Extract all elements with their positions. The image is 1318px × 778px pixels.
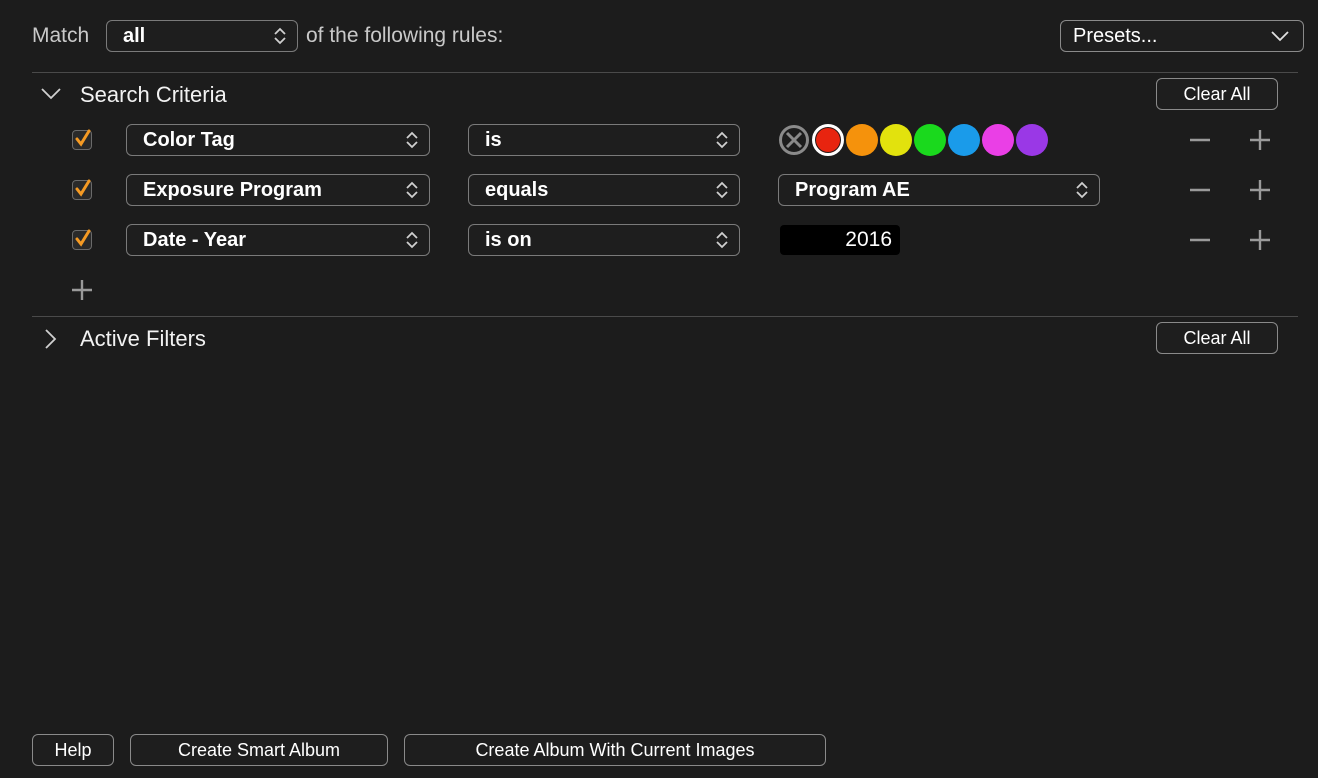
- stepper-icon: [716, 181, 728, 199]
- section-title-active-filters: Active Filters: [80, 326, 206, 351]
- help-button[interactable]: Help: [32, 734, 114, 766]
- clear-all-criteria-button[interactable]: Clear All: [1156, 78, 1278, 110]
- match-label: Match: [32, 24, 90, 47]
- checkmark-icon: [75, 129, 91, 147]
- rule-operator-select[interactable]: is on: [468, 224, 740, 256]
- rule-checkbox[interactable]: [72, 129, 92, 150]
- rule-operator-value: equals: [485, 178, 549, 201]
- rule-checkbox[interactable]: [72, 229, 92, 250]
- color-tag-purple[interactable]: [1016, 124, 1048, 156]
- section-title-search-criteria: Search Criteria: [80, 82, 227, 107]
- plus-icon[interactable]: [1248, 178, 1272, 202]
- rules-label: of the following rules:: [306, 24, 504, 47]
- color-tag-orange[interactable]: [846, 124, 878, 156]
- year-value: 2016: [845, 228, 892, 251]
- add-rule-plus-icon[interactable]: [70, 278, 94, 302]
- rule-field-value: Exposure Program: [143, 178, 322, 201]
- rule-field-select[interactable]: Color Tag: [126, 124, 430, 156]
- checkmark-icon: [75, 229, 91, 247]
- create-smart-album-button[interactable]: Create Smart Album: [130, 734, 388, 766]
- stepper-icon: [406, 181, 418, 199]
- divider: [32, 316, 1298, 317]
- minus-icon[interactable]: [1188, 178, 1212, 202]
- color-tag-blue[interactable]: [948, 124, 980, 156]
- rule-operator-select[interactable]: is: [468, 124, 740, 156]
- color-tag-yellow[interactable]: [880, 124, 912, 156]
- minus-icon[interactable]: [1188, 228, 1212, 252]
- stepper-icon: [406, 231, 418, 249]
- rule-value-select[interactable]: Program AE: [778, 174, 1100, 206]
- color-tag-none-icon[interactable]: [778, 124, 810, 156]
- rule-value-text: Program AE: [795, 178, 910, 201]
- rule-operator-value: is on: [485, 228, 532, 251]
- color-tag-red[interactable]: [812, 124, 844, 156]
- presets-dropdown[interactable]: Presets...: [1060, 20, 1304, 52]
- rule-field-value: Date - Year: [143, 228, 247, 251]
- stepper-icon: [1076, 181, 1088, 199]
- match-select[interactable]: all: [106, 20, 298, 52]
- rule-field-value: Color Tag: [143, 128, 235, 151]
- stepper-icon: [406, 131, 418, 149]
- create-album-current-images-button[interactable]: Create Album With Current Images: [404, 734, 826, 766]
- plus-icon[interactable]: [1248, 228, 1272, 252]
- minus-icon[interactable]: [1188, 128, 1212, 152]
- checkmark-icon: [75, 179, 91, 197]
- rule-checkbox[interactable]: [72, 179, 92, 200]
- plus-icon[interactable]: [1248, 128, 1272, 152]
- match-select-value: all: [123, 24, 146, 47]
- rule-field-select[interactable]: Exposure Program: [126, 174, 430, 206]
- chevron-down-icon[interactable]: [40, 86, 62, 102]
- color-tag-green[interactable]: [914, 124, 946, 156]
- stepper-icon: [716, 131, 728, 149]
- rule-operator-select[interactable]: equals: [468, 174, 740, 206]
- rule-field-select[interactable]: Date - Year: [126, 224, 430, 256]
- stepper-icon: [716, 231, 728, 249]
- stepper-icon: [274, 27, 286, 45]
- presets-label: Presets...: [1073, 24, 1158, 47]
- chevron-right-icon[interactable]: [42, 328, 58, 350]
- rule-operator-value: is: [485, 128, 502, 151]
- chevron-down-icon: [1271, 31, 1289, 42]
- color-tag-pink[interactable]: [982, 124, 1014, 156]
- clear-all-filters-button[interactable]: Clear All: [1156, 322, 1278, 354]
- year-input[interactable]: 2016: [780, 225, 900, 255]
- divider: [32, 72, 1298, 73]
